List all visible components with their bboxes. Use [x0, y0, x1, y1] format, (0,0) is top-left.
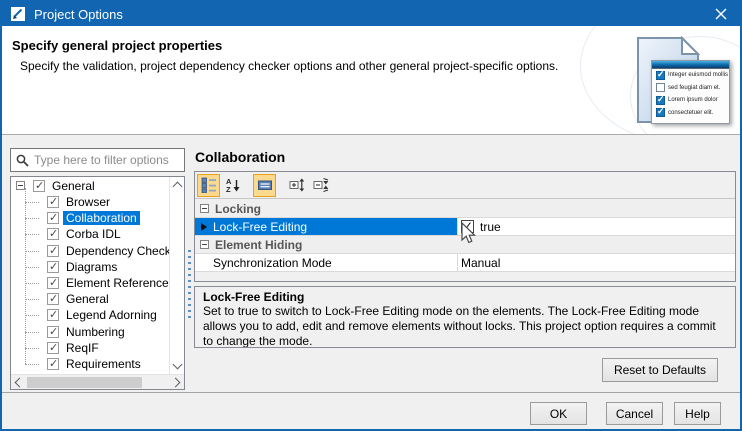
panel-splitter[interactable]: [185, 136, 194, 390]
header-title: Specify general project properties: [12, 38, 222, 53]
categorized-view-button[interactable]: [197, 174, 220, 197]
tree-checkbox[interactable]: [47, 212, 59, 224]
expand-row-icon[interactable]: [201, 223, 207, 231]
collapse-group-icon[interactable]: [200, 204, 209, 213]
group-label: Locking: [215, 202, 261, 216]
scrollbar-thumb[interactable]: [27, 377, 142, 388]
sort-alphabetically-icon: A Z: [225, 177, 241, 193]
checklist-item: consectetuer elit.: [652, 107, 729, 120]
sort-alphabetically-button[interactable]: A Z: [221, 174, 244, 197]
checklist-checkbox-icon: [656, 83, 665, 92]
tree-horizontal-scrollbar[interactable]: [11, 374, 184, 389]
checklist-checkbox-icon: [656, 96, 665, 105]
tree-item[interactable]: Element References: [11, 275, 169, 291]
property-group-row[interactable]: Element Hiding: [195, 236, 735, 254]
footer-separator: [2, 392, 740, 393]
expand-nodes-icon: [289, 177, 305, 193]
filter-input[interactable]: [34, 153, 174, 167]
tree-item[interactable]: Requirements: [11, 356, 169, 372]
property-name-cell[interactable]: Lock-Free Editing: [195, 218, 458, 235]
collapse-nodes-icon: [313, 177, 329, 193]
collapse-nodes-button[interactable]: [309, 174, 332, 197]
property-table: Locking Lock-Free Editing true Element Hidi…: [195, 200, 735, 281]
tree-checkbox[interactable]: [47, 277, 59, 289]
tree-content: General Browser Collaboration: [11, 177, 169, 374]
search-icon: [16, 154, 29, 167]
properties-toolbar: A Z: [195, 172, 735, 199]
expand-nodes-button[interactable]: [285, 174, 308, 197]
checklist-checkbox-icon: [656, 71, 665, 80]
tree-checkbox[interactable]: [47, 293, 59, 305]
options-tree: General Browser Collaboration: [10, 176, 185, 390]
tree-item[interactable]: Collaboration: [11, 210, 169, 226]
tree-checkbox[interactable]: [47, 245, 59, 257]
tree-item[interactable]: General: [11, 291, 169, 307]
tree-item[interactable]: Diagrams: [11, 259, 169, 275]
collapse-group-icon[interactable]: [200, 240, 209, 249]
description-box: Lock-Free Editing Set to true to switch …: [194, 286, 736, 348]
reset-to-defaults-button[interactable]: Reset to Defaults: [602, 358, 718, 382]
splitter-grip-icon[interactable]: [188, 250, 191, 322]
filter-box: [10, 148, 185, 172]
tree-checkbox[interactable]: [33, 180, 45, 192]
tree-checkbox[interactable]: [47, 342, 59, 354]
scroll-right-icon[interactable]: [171, 378, 181, 388]
ok-button[interactable]: OK: [530, 402, 587, 425]
properties-panel: A Z: [194, 171, 736, 282]
tree-item[interactable]: ReqIF: [11, 340, 169, 356]
property-value-cell[interactable]: Manual: [458, 254, 735, 271]
checklist-item: Lorem ipsum dolor: [652, 94, 729, 107]
group-label: Element Hiding: [215, 238, 302, 252]
property-name: Synchronization Mode: [213, 256, 332, 270]
help-button[interactable]: Help: [674, 402, 721, 425]
window-title: Project Options: [34, 7, 123, 22]
property-value-cell[interactable]: true: [458, 218, 735, 235]
header-subtitle: Specify the validation, project dependen…: [20, 59, 558, 73]
tree-item[interactable]: Legend Adorning: [11, 307, 169, 323]
collapse-node-icon[interactable]: [16, 181, 25, 190]
scroll-up-icon[interactable]: [173, 182, 183, 192]
close-button[interactable]: [700, 0, 742, 28]
property-group-row[interactable]: Locking: [195, 200, 735, 218]
value-checkbox[interactable]: [461, 220, 474, 233]
tree-item[interactable]: Browser: [11, 194, 169, 210]
tree-checkbox[interactable]: [47, 228, 59, 240]
scroll-left-icon[interactable]: [15, 378, 25, 388]
cancel-button[interactable]: Cancel: [606, 402, 663, 425]
property-value: true: [480, 220, 501, 234]
description-title: Lock-Free Editing: [203, 290, 727, 304]
property-name-cell[interactable]: Synchronization Mode: [195, 254, 458, 271]
property-row[interactable]: Lock-Free Editing true: [195, 218, 735, 236]
tree-vertical-scrollbar[interactable]: [169, 177, 184, 374]
checklist-card: Integer euismod mollis sed feugiat diam …: [651, 60, 730, 124]
title-bar[interactable]: Project Options: [0, 0, 742, 28]
categorized-view-icon: [201, 177, 217, 193]
tree-children: Browser Collaboration Corba IDL: [11, 194, 169, 372]
tree-checkbox[interactable]: [47, 261, 59, 273]
project-options-dialog: Project Options Specify general project …: [0, 0, 742, 431]
show-description-icon: [257, 177, 273, 193]
scroll-down-icon[interactable]: [173, 360, 183, 370]
show-description-button[interactable]: [253, 174, 276, 197]
app-icon: [10, 6, 26, 22]
checklist-item: sed feugiat diam et.: [652, 82, 729, 95]
checklist-checkbox-icon: [656, 108, 665, 117]
property-row[interactable]: Synchronization Mode Manual: [195, 254, 735, 272]
tree-item[interactable]: Numbering: [11, 324, 169, 340]
panel-title: Collaboration: [195, 149, 285, 165]
tree-checkbox[interactable]: [47, 309, 59, 321]
svg-text:Z: Z: [226, 185, 231, 193]
header-banner: Specify general project properties Speci…: [2, 26, 740, 135]
tree-checkbox[interactable]: [47, 196, 59, 208]
tree-item[interactable]: Corba IDL: [11, 226, 169, 242]
document-checklist-graphic: Integer euismod mollis sed feugiat diam …: [634, 34, 734, 132]
property-name: Lock-Free Editing: [213, 220, 307, 234]
tree-checkbox[interactable]: [47, 326, 59, 338]
description-text: Set to true to switch to Lock-Free Editi…: [203, 304, 727, 348]
tree-item[interactable]: Dependency Checker: [11, 243, 169, 259]
tree-checkbox[interactable]: [47, 358, 59, 370]
property-value: Manual: [461, 256, 500, 270]
tree-root-general[interactable]: General: [11, 177, 169, 194]
checklist-item: Integer euismod mollis: [652, 69, 729, 82]
